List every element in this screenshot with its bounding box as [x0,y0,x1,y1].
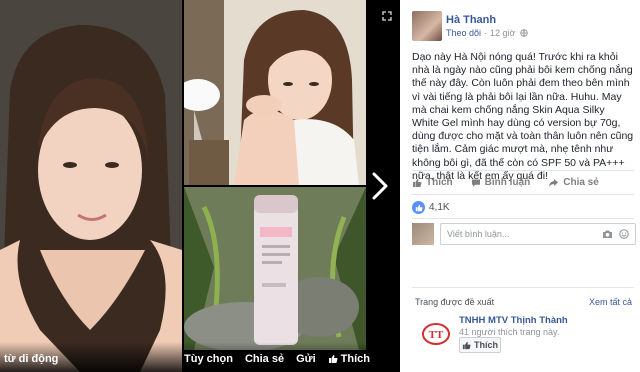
options-button[interactable]: Tùy chọn [184,353,233,365]
camera-icon[interactable] [602,229,613,239]
like-summary[interactable]: 4,1K [412,201,450,214]
facebook-photo-theater: từ di động Tùy chọn Chia sẻ Gửi Thích Hà… [0,0,640,372]
comment-label: Bình luận [484,177,531,188]
share-button[interactable]: Chia sẻ [245,353,284,365]
comment-composer: Viết bình luận... [412,222,636,248]
like-photo-button[interactable]: Thích [328,353,370,365]
comment-button[interactable]: Bình luận [471,177,531,188]
like-count: 4,1K [429,202,450,213]
thumbs-up-icon [328,355,338,363]
portrait-photo-illustration [0,0,182,372]
product-photo-illustration [184,187,366,350]
like-reaction-icon [412,201,425,214]
fullscreen-icon[interactable] [382,11,392,21]
send-button[interactable]: Gửi [296,353,316,365]
divider [412,194,634,195]
share-post-button[interactable]: Chia sẻ [548,177,599,188]
comment-input[interactable]: Viết bình luận... [440,223,636,245]
share-label: Chia sẻ [563,177,599,188]
photo-viewer: từ di động Tùy chọn Chia sẻ Gửi Thích [0,0,400,372]
next-photo-icon[interactable] [368,170,392,202]
photo-top-right[interactable] [184,0,366,185]
post-header: Hà Thanh Theo dõi · 12 giờ [412,11,632,41]
like-page-label: Thích [474,340,498,350]
share-icon [549,178,559,187]
divider [412,218,634,219]
post-meta: Theo dõi · 12 giờ [446,28,528,38]
like-page-button[interactable]: Thích [459,337,501,353]
author-name[interactable]: Hà Thanh [446,14,496,26]
see-all-link[interactable]: Xem tất cả [589,297,632,307]
page-logo-text: TT [429,329,444,341]
globe-icon [520,29,528,37]
emoji-icon[interactable] [619,229,629,239]
author-avatar[interactable] [412,11,442,41]
thumbs-up-icon [415,204,423,211]
meta-separator: · [484,28,488,38]
suggested-page-likes: 41 người thích trang này. [459,327,560,337]
post-sidebar: Hà Thanh Theo dõi · 12 giờ Dạo này Hà Nội … [400,0,640,372]
like-button[interactable]: Thích [412,177,453,188]
follow-link[interactable]: Theo dõi [446,28,481,38]
page-logo[interactable]: TT [422,320,450,348]
like-photo-label: Thích [340,353,370,365]
photo-actions: Tùy chọn Chia sẻ Gửi Thích [184,353,370,365]
thumbs-up-icon [462,341,471,349]
thumbs-up-icon [413,178,422,187]
divider [412,170,634,171]
comment-icon [471,179,480,187]
like-label: Thích [426,177,453,188]
photo-caption: từ di động [4,353,59,365]
portrait-photo-illustration [184,0,366,185]
post-time[interactable]: 12 giờ [490,28,515,38]
reaction-bar: Thích Bình luận Chia sẻ [412,177,634,188]
post-text: Dạo này Hà Nội nóng quá! Trước khi ra kh… [412,51,634,182]
divider [412,287,634,288]
viewer-avatar [412,223,434,245]
suggested-pages-title: Trang được đề xuất [415,297,495,307]
comment-placeholder: Viết bình luận... [447,229,510,239]
suggested-page-name[interactable]: TNHH MTV Thịnh Thành [459,315,568,326]
photo-bottom-right[interactable] [184,187,366,350]
photo-main[interactable] [0,0,182,372]
